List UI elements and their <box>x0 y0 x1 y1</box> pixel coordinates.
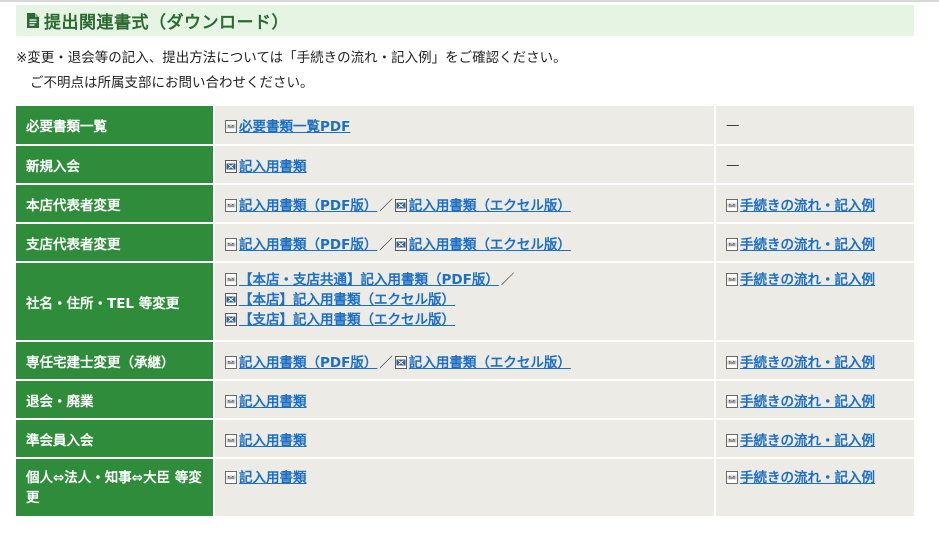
link-associate-form[interactable]: 記入用書類 <box>239 433 307 449</box>
row-label: 新規入会 <box>16 145 215 185</box>
link-procedure-flow[interactable]: 手続きの流れ・記入例 <box>740 355 875 371</box>
flow-cell: — <box>715 106 914 146</box>
separator: ／ <box>379 354 393 371</box>
row-label: 本店代表者変更 <box>16 184 215 224</box>
excel-icon <box>395 238 407 251</box>
flow-cell: 手続きの流れ・記入例 <box>715 380 914 420</box>
flow-cell: 手続きの流れ・記入例 <box>715 419 914 459</box>
table-row: 社名・住所・TEL 等変更 【本店・支店共通】記入用書類（PDF版）／ 【本店】… <box>16 262 914 342</box>
row-label: 社名・住所・TEL 等変更 <box>16 262 215 342</box>
note-line: ご不明点は所属支部にお問い合わせください。 <box>30 75 314 91</box>
table-row: 退会・廃業 記入用書類 手続きの流れ・記入例 <box>16 380 914 420</box>
flow-cell: 手続きの流れ・記入例 <box>715 184 914 224</box>
link-common-form-pdf[interactable]: 【本店・支店共通】記入用書類（PDF版） <box>239 272 499 288</box>
link-procedure-flow[interactable]: 手続きの流れ・記入例 <box>740 198 875 214</box>
table-row: 専任宅建士変更（承継） 記入用書類（PDF版）／ 記入用書類（エクセル版） 手続き… <box>16 341 914 381</box>
pdf-icon <box>726 471 738 484</box>
table-row: 準会員入会 記入用書類 手続きの流れ・記入例 <box>16 419 914 459</box>
link-required-docs-pdf[interactable]: 必要書類一覧PDF <box>239 119 350 135</box>
excel-icon <box>225 293 237 306</box>
pdf-icon <box>225 471 237 484</box>
link-form-pdf[interactable]: 記入用書類（PDF版） <box>239 355 377 371</box>
docs-cell: 記入用書類 <box>214 419 716 459</box>
top-divider <box>0 0 939 2</box>
link-form-pdf[interactable]: 記入用書類（PDF版） <box>239 198 377 214</box>
excel-icon <box>225 313 237 326</box>
pdf-icon <box>225 273 237 286</box>
row-label: 支店代表者変更 <box>16 223 215 263</box>
separator: ／ <box>500 272 515 288</box>
link-withdrawal-form[interactable]: 記入用書類 <box>239 394 307 410</box>
empty-dash: — <box>726 156 740 173</box>
docs-cell: 記入用書類（PDF版）／ 記入用書類（エクセル版） <box>214 341 716 381</box>
pdf-icon <box>726 356 738 369</box>
pdf-icon <box>726 238 738 251</box>
document-icon <box>27 13 39 28</box>
link-new-member-form[interactable]: 記入用書類 <box>239 159 307 175</box>
row-label: 準会員入会 <box>16 419 215 459</box>
flow-cell: 手続きの流れ・記入例 <box>715 223 914 263</box>
docs-cell: 記入用書類 <box>214 458 716 516</box>
link-form-pdf[interactable]: 記入用書類（PDF版） <box>239 237 377 253</box>
link-branch-form-excel[interactable]: 【支店】記入用書類（エクセル版） <box>239 312 455 328</box>
separator: ／ <box>379 197 393 214</box>
docs-cell: 記入用書類（PDF版）／ 記入用書類（エクセル版） <box>214 223 716 263</box>
table-row: 個人⇔法人・知事⇔大臣 等変更 記入用書類 手続きの流れ・記入例 <box>16 458 914 516</box>
docs-cell: 記入用書類 <box>214 380 716 420</box>
link-form-excel[interactable]: 記入用書類（エクセル版） <box>409 237 571 253</box>
pdf-icon <box>726 434 738 447</box>
notes: ※変更・退会等の記入、提出方法については「手続きの流れ・記入例」をご確認ください… <box>16 46 567 96</box>
row-label: 個人⇔法人・知事⇔大臣 等変更 <box>16 458 215 516</box>
link-procedure-flow[interactable]: 手続きの流れ・記入例 <box>740 470 875 486</box>
table-row: 新規入会 記入用書類 — <box>16 145 914 185</box>
excel-icon <box>225 160 237 173</box>
separator: ／ <box>379 236 393 253</box>
pdf-icon <box>225 434 237 447</box>
section-title: 提出関連書式（ダウンロード） <box>44 13 289 33</box>
link-procedure-flow[interactable]: 手続きの流れ・記入例 <box>740 237 875 253</box>
pdf-icon <box>726 273 738 286</box>
row-label: 必要書類一覧 <box>16 106 215 146</box>
link-form-excel[interactable]: 記入用書類（エクセル版） <box>409 355 571 371</box>
flow-cell: — <box>715 145 914 185</box>
flow-cell: 手続きの流れ・記入例 <box>715 341 914 381</box>
note-line: ※変更・退会等の記入、提出方法については「手続きの流れ・記入例」をご確認ください… <box>16 50 567 66</box>
pdf-icon <box>225 199 237 212</box>
table-row: 本店代表者変更 記入用書類（PDF版）／ 記入用書類（エクセル版） 手続きの流れ・… <box>16 184 914 224</box>
link-form-excel[interactable]: 記入用書類（エクセル版） <box>409 198 571 214</box>
excel-icon <box>395 199 407 212</box>
flow-cell: 手続きの流れ・記入例 <box>715 262 914 342</box>
docs-cell: 必要書類一覧PDF <box>214 106 716 146</box>
link-head-office-form-excel[interactable]: 【本店】記入用書類（エクセル版） <box>239 292 455 308</box>
link-entity-change-form[interactable]: 記入用書類 <box>239 470 307 486</box>
link-procedure-flow[interactable]: 手続きの流れ・記入例 <box>740 394 875 410</box>
docs-cell: 記入用書類 <box>214 145 716 185</box>
link-procedure-flow[interactable]: 手続きの流れ・記入例 <box>740 433 875 449</box>
pdf-icon <box>225 238 237 251</box>
table-row: 必要書類一覧 必要書類一覧PDF — <box>16 106 914 146</box>
pdf-icon <box>726 199 738 212</box>
link-procedure-flow[interactable]: 手続きの流れ・記入例 <box>740 272 875 288</box>
table-row: 支店代表者変更 記入用書類（PDF版）／ 記入用書類（エクセル版） 手続きの流れ・… <box>16 223 914 263</box>
pdf-icon <box>225 395 237 408</box>
docs-cell: 記入用書類（PDF版）／ 記入用書類（エクセル版） <box>214 184 716 224</box>
empty-dash: — <box>726 117 740 133</box>
pdf-icon <box>225 120 237 133</box>
pdf-icon <box>225 356 237 369</box>
flow-cell: 手続きの流れ・記入例 <box>715 458 914 516</box>
section-header: 提出関連書式（ダウンロード） <box>16 5 914 36</box>
excel-icon <box>395 356 407 369</box>
row-label: 専任宅建士変更（承継） <box>16 341 215 381</box>
docs-cell: 【本店・支店共通】記入用書類（PDF版）／ 【本店】記入用書類（エクセル版） 【… <box>214 262 716 342</box>
row-label: 退会・廃業 <box>16 380 215 420</box>
pdf-icon <box>726 395 738 408</box>
forms-table: 必要書類一覧 必要書類一覧PDF — 新規入会 記入用書類 — 本店代表者変更 … <box>16 106 914 516</box>
